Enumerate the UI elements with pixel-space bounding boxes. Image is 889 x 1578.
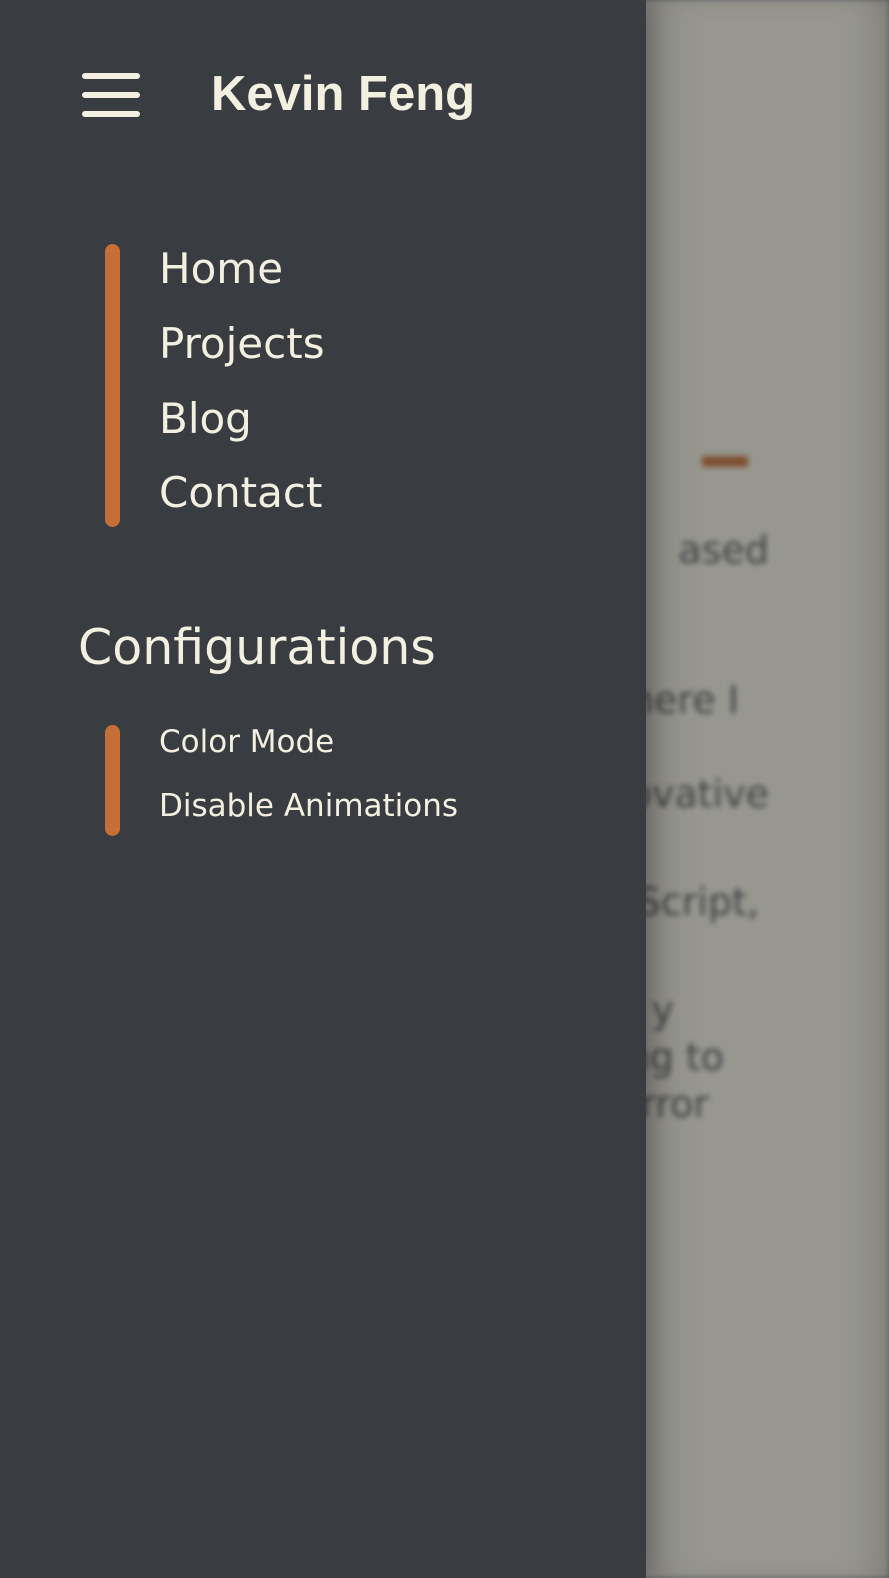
nav-item-contact[interactable]: Contact [159,468,322,517]
site-title[interactable]: Kevin Feng [211,66,475,122]
config-accent-bar [105,725,120,836]
hamburger-menu-icon[interactable] [82,73,140,117]
color-mode-toggle[interactable]: Color Mode [159,724,334,760]
navigation-drawer: Kevin Feng Home Projects Blog Contact Co… [0,0,646,1578]
nav-item-projects[interactable]: Projects [159,319,325,368]
configurations-heading: Configurations [78,619,436,676]
nav-accent-bar [105,244,120,527]
nav-item-home[interactable]: Home [159,244,283,293]
disable-animations-toggle[interactable]: Disable Animations [159,788,458,824]
nav-item-blog[interactable]: Blog [159,394,252,443]
backdrop-edge-shadow [646,0,889,1578]
